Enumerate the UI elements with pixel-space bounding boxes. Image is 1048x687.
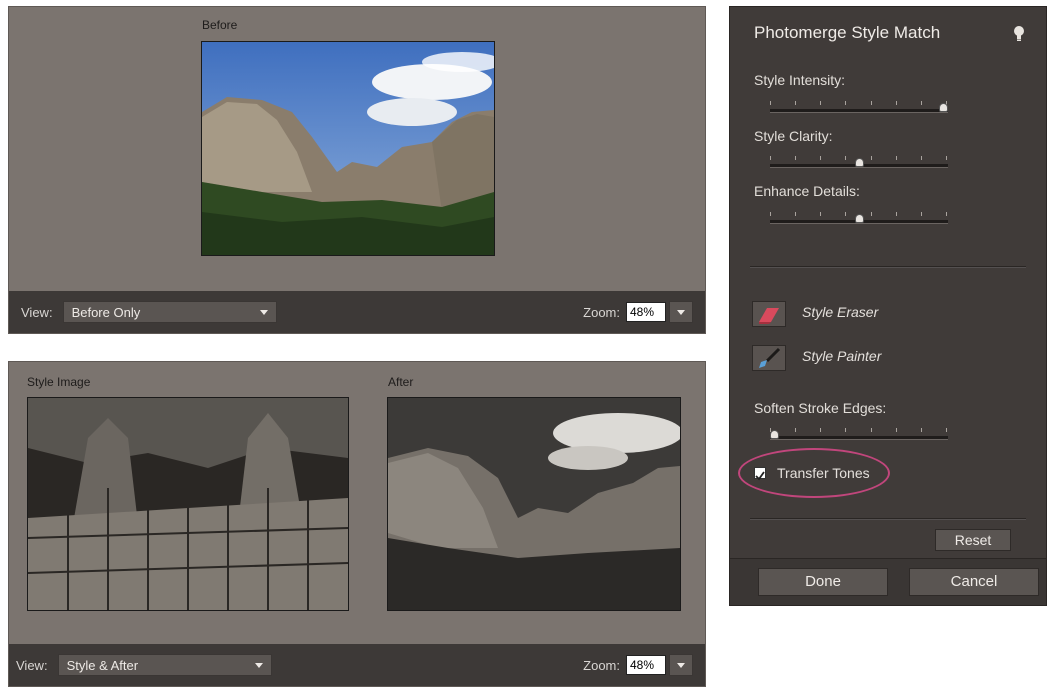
slider-tick (770, 156, 771, 160)
transfer-tones-label[interactable]: Transfer Tones (777, 465, 870, 481)
slider-tick (896, 212, 897, 216)
slider-tick (921, 156, 922, 160)
zoom-field[interactable]: 48% (626, 655, 666, 675)
chevron-down-icon (677, 310, 685, 315)
eraser-icon (759, 308, 779, 324)
zoom-label: Zoom: (583, 304, 620, 320)
style-image-label: Style Image (27, 375, 91, 389)
enhance-details-slider[interactable] (770, 212, 948, 226)
zoom-dropdown-button[interactable] (669, 301, 693, 323)
slider-tick (770, 101, 771, 105)
slider-tick (871, 101, 872, 105)
zoom-label: Zoom: (583, 657, 620, 673)
style-image (27, 397, 349, 611)
slider-tick (820, 212, 821, 216)
view-label: View: (21, 304, 53, 320)
slider-tick (820, 156, 821, 160)
slider-tick (795, 428, 796, 432)
slider-tick (795, 156, 796, 160)
style-after-panel: Style Image After View: Style & After Zo… (8, 361, 706, 687)
view-label: View: (16, 657, 48, 673)
slider-tick (871, 428, 872, 432)
style-intensity-label: Style Intensity: (754, 72, 846, 88)
style-clarity-slider[interactable] (770, 156, 948, 170)
view-dropdown[interactable]: Before Only (62, 301, 277, 323)
chevron-down-icon (677, 663, 685, 668)
enhance-details-label: Enhance Details: (754, 183, 860, 199)
slider-thumb[interactable] (770, 430, 779, 439)
soften-stroke-edges-label: Soften Stroke Edges: (754, 400, 887, 416)
style-intensity-slider[interactable] (770, 101, 948, 115)
slider-thumb[interactable] (855, 158, 864, 167)
slider-tick (871, 212, 872, 216)
slider-tick (896, 428, 897, 432)
slider-tick (845, 428, 846, 432)
soften-stroke-edges-slider[interactable] (770, 428, 948, 442)
before-label: Before (202, 18, 238, 32)
section-divider (750, 266, 1026, 268)
slider-tick (921, 101, 922, 105)
style-eraser-label[interactable]: Style Eraser (802, 304, 878, 320)
style-eraser-button[interactable] (752, 301, 786, 327)
checkmark-icon (755, 471, 765, 481)
before-image (201, 41, 495, 256)
done-button[interactable]: Done (758, 568, 888, 596)
slider-tick (946, 428, 947, 432)
dialog-footer: Done Cancel (730, 558, 1046, 605)
slider-tick (896, 156, 897, 160)
section-divider (750, 518, 1026, 520)
panel-title: Photomerge Style Match (754, 23, 941, 42)
slider-tick (845, 212, 846, 216)
after-image (387, 397, 681, 611)
slider-tick (845, 101, 846, 105)
slider-tick (820, 101, 821, 105)
view-dropdown-value: Style & After (66, 657, 139, 673)
before-panel: Before View: Before Only Zoom: 48% (8, 6, 706, 334)
slider-tick (795, 101, 796, 105)
view-dropdown-value: Before Only (71, 304, 141, 320)
transfer-tones-checkbox[interactable] (754, 467, 766, 481)
chevron-down-icon (259, 310, 268, 315)
brush-icon (759, 347, 781, 368)
slider-tick (770, 212, 771, 216)
slider-tick (921, 428, 922, 432)
cancel-button[interactable]: Cancel (909, 568, 1039, 596)
slider-thumb[interactable] (939, 103, 948, 112)
slider-tick (946, 212, 947, 216)
lightbulb-icon[interactable] (1012, 25, 1026, 43)
slider-thumb[interactable] (855, 214, 864, 223)
view-dropdown[interactable]: Style & After (57, 654, 272, 676)
chevron-down-icon (254, 663, 263, 668)
slider-tick (921, 212, 922, 216)
slider-tick (946, 156, 947, 160)
style-painter-label[interactable]: Style Painter (802, 348, 881, 364)
slider-tick (820, 428, 821, 432)
slider-tick (845, 156, 846, 160)
zoom-field[interactable]: 48% (626, 302, 666, 322)
zoom-dropdown-button[interactable] (669, 654, 693, 676)
after-view-bar: View: Style & After Zoom: 48% (9, 644, 705, 686)
before-view-bar: View: Before Only Zoom: 48% (9, 291, 705, 333)
style-match-panel: Photomerge Style Match Style Intensity: … (729, 6, 1047, 606)
slider-tick (896, 101, 897, 105)
slider-tick (871, 156, 872, 160)
after-label: After (388, 375, 414, 389)
style-clarity-label: Style Clarity: (754, 128, 833, 144)
style-painter-button[interactable] (752, 345, 786, 371)
slider-tick (795, 212, 796, 216)
reset-button[interactable]: Reset (935, 529, 1011, 551)
